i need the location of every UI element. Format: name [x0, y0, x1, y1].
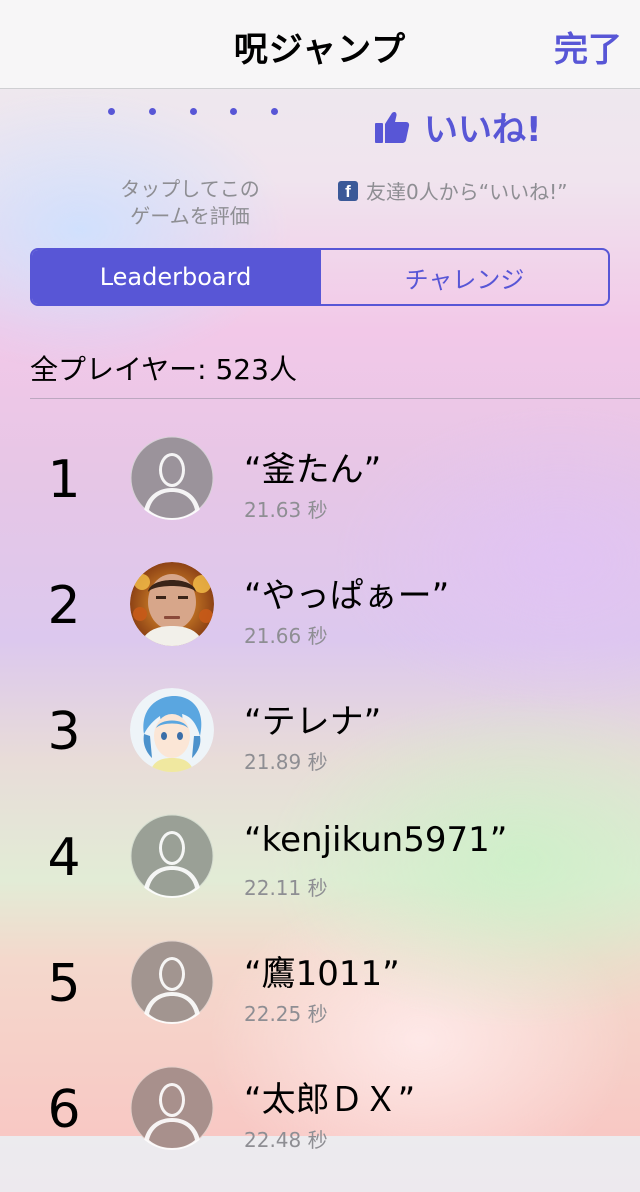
divider: [30, 398, 640, 399]
leaderboard-row[interactable]: 3 “テレナ” 21.89 秒: [0, 688, 640, 814]
player-count: 全プレイヤー: 523人: [30, 353, 297, 386]
player-score: 22.11 秒: [244, 876, 328, 900]
player-name: “kenjikun5971”: [244, 820, 508, 860]
player-score: 21.63 秒: [244, 498, 328, 522]
rating-label-line2: ゲームを評価: [130, 204, 250, 228]
segmented-control: Leaderboard チャレンジ: [30, 248, 610, 306]
player-score: 22.25 秒: [244, 1002, 328, 1026]
rating-label-line1: タップしてこの: [120, 177, 260, 201]
leaderboard-row[interactable]: 5 “鷹1011” 22.25 秒: [0, 940, 640, 1066]
player-name: “太郎ＤＸ”: [244, 1080, 416, 1120]
rank-number: 4: [47, 828, 81, 888]
done-button[interactable]: 完了: [554, 22, 622, 71]
player-name: “やっぱぁー”: [244, 576, 450, 616]
rating-dot[interactable]: [148, 108, 156, 115]
tab-challenge[interactable]: チャレンジ: [319, 250, 608, 304]
rating-dot[interactable]: [271, 108, 278, 115]
rating-dots-icon[interactable]: [108, 108, 278, 115]
player-name: “釜たん”: [244, 450, 382, 490]
player-score: 22.48 秒: [244, 1128, 328, 1152]
rank-number: 6: [47, 1080, 81, 1140]
rating-label: タップしてこの ゲームを評価: [100, 176, 280, 230]
rating-dot[interactable]: [189, 108, 197, 115]
rank-number: 1: [47, 450, 81, 510]
friends-like-label: 友達0人から“いいね!”: [366, 180, 568, 204]
rating-dot[interactable]: [230, 108, 238, 115]
rank-number: 5: [47, 954, 81, 1014]
tab-leaderboard[interactable]: Leaderboard: [32, 250, 319, 304]
friends-like-text: f 友達0人から“いいね!”: [338, 176, 567, 205]
photo-avatar: [130, 562, 214, 646]
facebook-icon: f: [338, 180, 358, 201]
like-button[interactable]: いいね!: [374, 102, 542, 151]
default-silhouette-icon: [130, 1066, 214, 1150]
default-silhouette-icon: [130, 436, 214, 520]
default-silhouette-icon: [130, 940, 214, 1024]
rank-number: 2: [47, 576, 81, 636]
rank-number: 3: [47, 702, 81, 762]
like-label: いいね!: [424, 110, 542, 150]
player-score: 21.66 秒: [244, 624, 328, 648]
leaderboard-row[interactable]: 6 “太郎ＤＸ” 22.48 秒: [0, 1066, 640, 1192]
player-name: “鷹1011”: [244, 954, 400, 994]
leaderboard-row[interactable]: 4 “kenjikun5971” 22.11 秒: [0, 814, 640, 940]
rating-dot[interactable]: [108, 108, 115, 115]
navigation-bar: 呪ジャンプ 完了: [0, 0, 640, 89]
player-score: 21.89 秒: [244, 750, 328, 774]
leaderboard-row[interactable]: 1 “釜たん” 21.63 秒: [0, 436, 640, 562]
default-silhouette-icon: [130, 814, 214, 898]
player-name: “テレナ”: [244, 702, 382, 742]
leaderboard-row[interactable]: 2 “やっぱぁー” 21.66 秒: [0, 562, 640, 688]
page-title: 呪ジャンプ: [233, 30, 407, 70]
thumbs-up-icon: [375, 111, 410, 143]
anime-avatar: [130, 688, 214, 772]
